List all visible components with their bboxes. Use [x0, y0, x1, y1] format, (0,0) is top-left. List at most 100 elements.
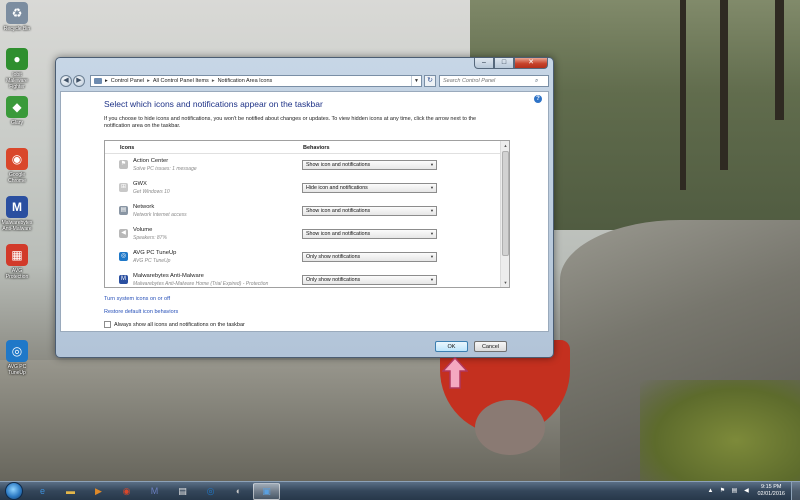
- behavior-dropdown[interactable]: Show icon and notifications ▼: [302, 229, 437, 239]
- notification-icons-list: Icons Behaviors ⚑ Action Center Solve PC i…: [104, 140, 510, 288]
- icon-name: GWX: [133, 181, 147, 187]
- wallpaper-tree: [680, 0, 686, 190]
- desktop-icon[interactable]: ● Iobit Maleware Fighter: [2, 48, 32, 90]
- breadcrumb-all-items[interactable]: All Control Panel Items: [153, 78, 209, 84]
- close-button[interactable]: ✕: [514, 58, 548, 69]
- taskbar-item[interactable]: M: [141, 483, 168, 500]
- breadcrumb-sep-icon: ▸: [211, 78, 215, 84]
- system-tray: ▲ ⚑ ▤ ◀ 9:15 PM 02/01/2016: [706, 481, 800, 500]
- restore-defaults-link[interactable]: Restore default icon behaviors: [104, 309, 178, 315]
- taskbar-item[interactable]: ◉: [113, 483, 140, 500]
- forward-arrow-icon[interactable]: ▶: [73, 75, 85, 87]
- refresh-icon[interactable]: ↻: [424, 75, 436, 87]
- chevron-down-icon: ▼: [430, 162, 434, 167]
- scroll-up-icon[interactable]: ▲: [501, 141, 509, 150]
- address-dropdown-icon[interactable]: ▼: [411, 76, 421, 86]
- page-description: If you choose to hide icons and notifica…: [104, 116, 477, 129]
- help-icon[interactable]: ?: [534, 95, 542, 103]
- taskbar-item[interactable]: ▤: [169, 483, 196, 500]
- always-show-option[interactable]: Always show all icons and notifications …: [104, 321, 245, 328]
- taskbar-item[interactable]: ▣: [253, 482, 280, 500]
- malwarebytes-icon: M: [119, 275, 128, 284]
- speaker-icon[interactable]: ◀: [742, 487, 750, 495]
- icon-name: Volume: [133, 227, 153, 233]
- behavior-dropdown[interactable]: Show icon and notifications ▼: [302, 206, 437, 216]
- taskbar-item[interactable]: ▬: [57, 483, 84, 500]
- breadcrumb-control-panel[interactable]: Control Panel: [111, 78, 144, 84]
- desktop-icon-label: Recycle Bin: [3, 26, 31, 32]
- icon-description: Network Internet access: [133, 212, 187, 218]
- desktop-icon[interactable]: ◉ Google Chrome: [2, 148, 32, 184]
- paint-icon: ◐: [235, 486, 242, 496]
- icon-name: AVG PC TuneUp: [133, 250, 177, 256]
- behavior-dropdown[interactable]: Only show notifications ▼: [302, 275, 437, 285]
- control-panel-folder-icon: [94, 78, 102, 84]
- wallpaper-stone: [475, 400, 545, 455]
- taskbar-item[interactable]: ◐: [225, 483, 252, 500]
- icon-description: Solve PC issues: 1 message: [133, 166, 197, 172]
- list-item: ◎ AVG PC TuneUp AVG PC TuneUp Only show not…: [105, 248, 502, 271]
- behavior-dropdown[interactable]: Hide icon and notifications ▼: [302, 183, 437, 193]
- desktop-icon[interactable]: M Malwarebytes Anti-Malware: [2, 196, 32, 232]
- search-icon[interactable]: ⌕: [535, 78, 538, 85]
- speaker-icon: ◀: [119, 229, 128, 238]
- flag-icon[interactable]: ⚑: [718, 487, 726, 495]
- taskbar-item[interactable]: e: [29, 483, 56, 500]
- desktop-icon[interactable]: ▦ AVG Protection: [2, 244, 32, 280]
- network-icon: ▤: [119, 206, 128, 215]
- turn-system-icons-link[interactable]: Turn system icons on or off: [104, 296, 170, 302]
- icon-description: Speakers: 87%: [133, 235, 167, 241]
- list-item: ◀ Volume Speakers: 87% Show icon and notifi…: [105, 225, 502, 248]
- desktop-icon-label: Iobit Maleware Fighter: [6, 72, 28, 90]
- back-arrow-icon[interactable]: ◀: [60, 75, 72, 87]
- malwarebytes-icon: M: [150, 486, 159, 496]
- behavior-value: Show icon and notifications: [306, 231, 371, 237]
- behavior-dropdown[interactable]: Show icon and notifications ▼: [302, 160, 437, 170]
- desktop-icon[interactable]: ◆ Glary: [2, 96, 32, 126]
- breadcrumb-sep-icon: ▸: [105, 78, 108, 84]
- content-pane: ? Select which icons and notifications a…: [60, 91, 549, 332]
- minimize-button[interactable]: –: [474, 58, 494, 69]
- clock-time: 9:15 PM: [760, 484, 782, 490]
- scroll-down-icon[interactable]: ▼: [501, 278, 509, 287]
- icon-name: Network: [133, 204, 155, 210]
- windows-icon: ⊞: [119, 183, 128, 192]
- start-button[interactable]: [5, 482, 23, 500]
- taskbar-item[interactable]: ◎: [197, 483, 224, 500]
- desktop-icon[interactable]: ♻ Recycle Bin: [2, 2, 32, 32]
- address-bar[interactable]: ▸ Control Panel ▸ All Control Panel Item…: [90, 75, 422, 87]
- desktop-icon-label: Malwarebytes Anti-Malware: [1, 220, 33, 232]
- search-input[interactable]: [443, 78, 535, 84]
- always-show-checkbox[interactable]: [104, 321, 111, 328]
- cancel-button[interactable]: Cancel: [474, 341, 507, 352]
- chevron-up-icon[interactable]: ▲: [706, 487, 714, 495]
- list-item: ⊞ GWX Get Windows 10 Hide icon and notifica…: [105, 179, 502, 202]
- internet-explorer-icon: e: [39, 486, 45, 496]
- chrome-icon: ◉: [122, 485, 131, 496]
- behavior-dropdown[interactable]: Only show notifications ▼: [302, 252, 437, 262]
- search-box[interactable]: ⌕: [439, 75, 549, 87]
- show-desktop-button[interactable]: [791, 481, 800, 500]
- pointer-arrow-icon: [442, 357, 468, 389]
- list-item: ▤ Network Network Internet access Show icon…: [105, 202, 502, 225]
- breadcrumb-notification-area-icons[interactable]: Notification Area Icons: [218, 78, 273, 84]
- chevron-down-icon: ▼: [430, 254, 434, 259]
- folder-icon: ▬: [66, 486, 75, 496]
- chevron-down-icon: ▼: [430, 208, 434, 213]
- taskbar-item[interactable]: ▶: [85, 483, 112, 500]
- maximize-button[interactable]: □: [494, 58, 514, 69]
- chevron-down-icon: ▼: [430, 185, 434, 190]
- list-scrollbar[interactable]: ▲ ▼: [500, 141, 509, 287]
- icon-description: AVG PC TuneUp: [133, 258, 171, 264]
- navigation-bar: ◀ ▶ ▸ Control Panel ▸ All Control Panel …: [60, 73, 549, 89]
- behavior-value: Only show notifications: [306, 277, 361, 283]
- desktop-icon[interactable]: ◎ AVG PC TuneUp: [2, 340, 32, 376]
- avg-icon: ▦: [6, 244, 28, 266]
- ok-button[interactable]: OK: [435, 341, 468, 352]
- scrollbar-thumb[interactable]: [502, 151, 509, 256]
- clock[interactable]: 9:15 PM 02/01/2016: [757, 484, 785, 498]
- icon-description: Get Windows 10: [133, 189, 170, 195]
- network-icon[interactable]: ▤: [730, 487, 738, 495]
- taskbar: e ▬ ▶ ◉ M ▤ ◎ ◐ ▣ ▲ ⚑ ▤ ◀ 9:15 PM 02/01/2016: [0, 481, 800, 500]
- wallpaper-tree: [720, 0, 728, 170]
